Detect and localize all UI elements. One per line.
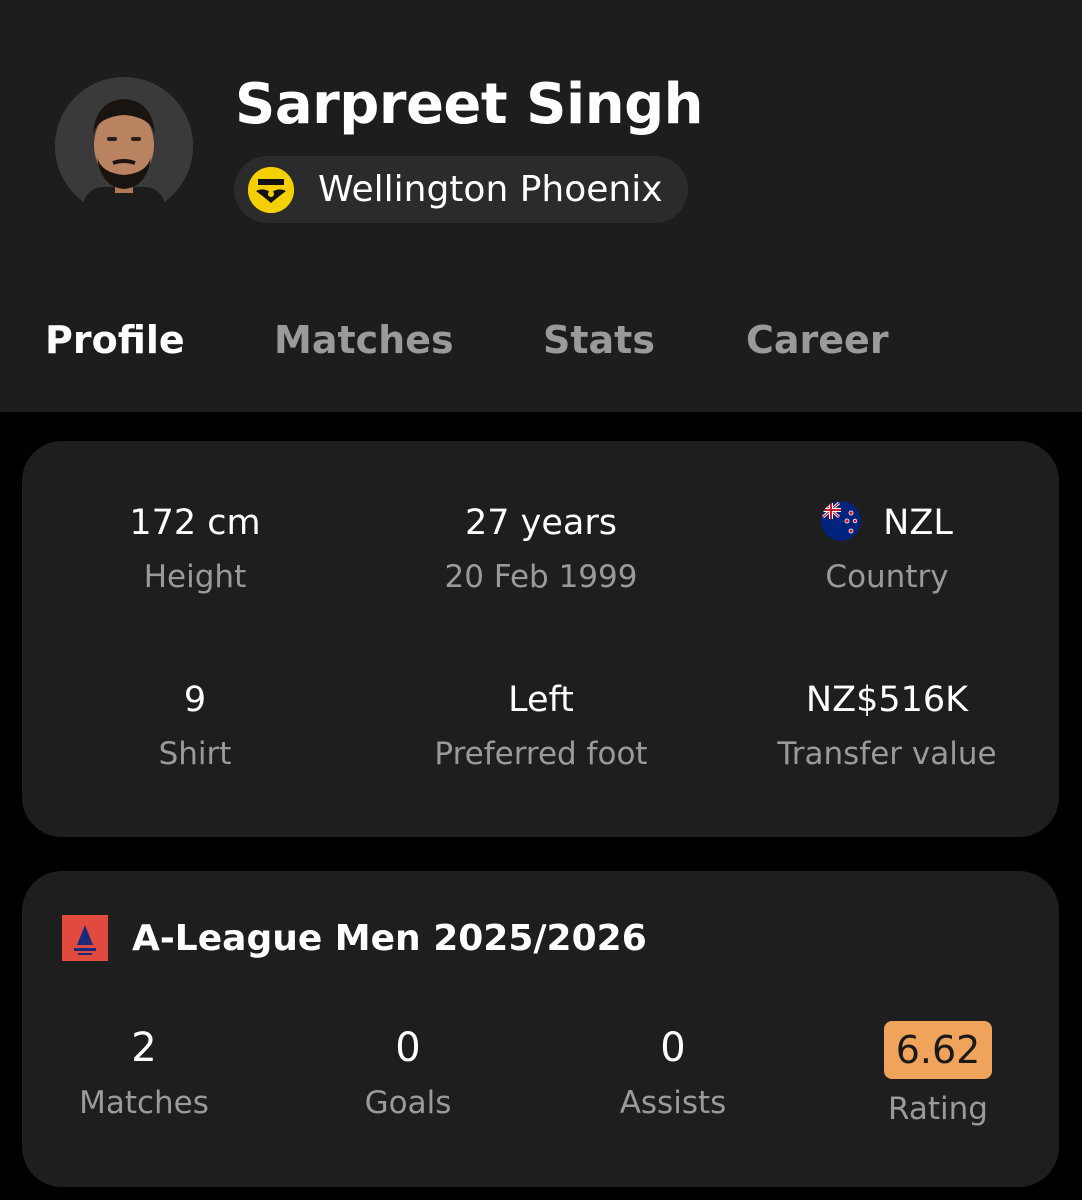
- stat-assists: 0 Assists: [543, 1023, 803, 1125]
- stat-value: 2: [131, 1025, 157, 1071]
- info-label: 20 Feb 1999: [444, 559, 638, 595]
- info-age: 27 years 20 Feb 1999: [368, 501, 714, 599]
- rating-badge: 6.62: [883, 1021, 993, 1079]
- a-league-logo-icon: [62, 915, 108, 961]
- stat-label: Assists: [619, 1085, 727, 1121]
- stat-rating: 6.62 Rating: [808, 1021, 1068, 1131]
- team-name: Wellington Phoenix: [318, 169, 663, 210]
- stat-label: Rating: [888, 1091, 988, 1127]
- stat-label: Matches: [79, 1085, 209, 1121]
- info-height: 172 cm Height: [22, 501, 368, 599]
- stat-value: 0: [660, 1025, 686, 1071]
- player-avatar: [55, 77, 193, 215]
- player-photo-icon: [55, 77, 193, 215]
- info-value: 172 cm: [129, 503, 261, 543]
- tab-bar: Profile Matches Stats Career: [0, 318, 1082, 374]
- new-zealand-flag-icon: [821, 501, 862, 541]
- league-stats-card[interactable]: A-League Men 2025/2026 2 Matches 0 Goals…: [22, 871, 1059, 1187]
- team-chip[interactable]: Wellington Phoenix: [234, 156, 688, 223]
- info-value: NZ$516K: [805, 680, 969, 720]
- stat-label: Goals: [364, 1085, 452, 1121]
- info-value: 9: [183, 680, 207, 720]
- player-header: Sarpreet Singh Wellington Phoenix Profil…: [0, 0, 1082, 412]
- player-info-card: 172 cm Height 27 years 20 Feb 1999 NZL C…: [22, 441, 1059, 837]
- stat-goals: 0 Goals: [278, 1023, 538, 1125]
- tab-profile[interactable]: Profile: [45, 318, 185, 362]
- tab-matches[interactable]: Matches: [274, 318, 454, 362]
- info-label: Preferred foot: [434, 736, 648, 772]
- info-shirt: 9 Shirt: [22, 678, 368, 776]
- info-transfer-value: NZ$516K Transfer value: [714, 678, 1060, 776]
- info-country: NZL Country: [714, 501, 1060, 599]
- tab-stats[interactable]: Stats: [543, 318, 655, 362]
- info-label: Shirt: [158, 736, 232, 772]
- info-label: Transfer value: [777, 736, 997, 772]
- wellington-phoenix-crest-icon: [248, 166, 294, 213]
- info-preferred-foot: Left Preferred foot: [368, 678, 714, 776]
- info-value: 27 years: [465, 503, 617, 543]
- league-title: A-League Men 2025/2026: [132, 917, 647, 959]
- tab-career[interactable]: Career: [746, 318, 889, 362]
- league-header: A-League Men 2025/2026: [62, 915, 647, 961]
- player-name: Sarpreet Singh: [235, 72, 704, 137]
- info-label: Country: [825, 559, 949, 595]
- stat-value: 0: [395, 1025, 421, 1071]
- info-value: NZL: [883, 503, 953, 543]
- info-label: Height: [143, 559, 247, 595]
- stat-matches: 2 Matches: [14, 1023, 274, 1125]
- info-value: Left: [508, 680, 574, 720]
